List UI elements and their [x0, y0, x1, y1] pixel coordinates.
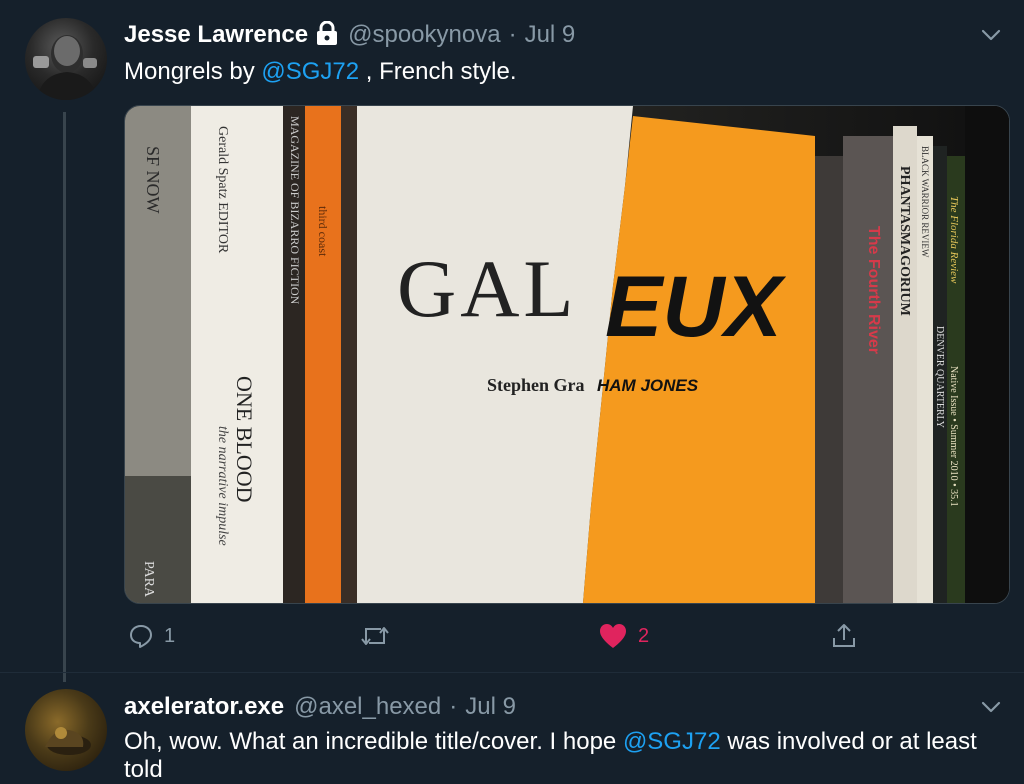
chevron-down-icon[interactable] [980, 696, 1002, 718]
cover-title: EUX [605, 259, 786, 355]
spine-label: Native Issue • Summer 2010 • 35.1 [948, 366, 959, 507]
tweet-text-part: , French style. [359, 58, 517, 85]
tweet-text: Oh, wow. What an incredible title/cover.… [124, 728, 977, 784]
mention-link[interactable]: @SGJ72 [261, 58, 359, 85]
spine-label: ONE BLOOD [232, 376, 257, 503]
share-button[interactable] [830, 618, 858, 654]
spine-label: BLACK WARRIOR REVIEW [920, 146, 930, 258]
spine-label: PHANTASMAGORIUM [897, 166, 912, 316]
spine-label: Gerald Spatz EDITOR [215, 126, 230, 254]
tweet-text-part: told [124, 756, 163, 783]
spine-label: The Fourth River [865, 226, 882, 354]
avatar-photo-icon [33, 35, 97, 100]
tweet[interactable]: Jesse Lawrence @spookynova · Jul 9 Mongr… [0, 0, 1024, 682]
mention-link[interactable]: @SGJ72 [623, 728, 721, 755]
retweet-icon [361, 627, 389, 645]
bookshelf-photo-icon: SF NOW PARA Gerald Spatz EDITOR ONE BLOO… [125, 106, 1009, 603]
reply-count: 1 [164, 624, 176, 647]
tweet-text: Mongrels by @SGJ72 , French style. [124, 58, 517, 86]
reply-button[interactable]: 1 [128, 618, 175, 654]
like-count: 2 [638, 624, 650, 647]
timestamp[interactable]: Jul 9 [465, 693, 516, 721]
avatar[interactable] [25, 689, 107, 771]
spine-label: MAGAZINE OF BIZARRO FICTION [288, 116, 302, 305]
separator: · [508, 21, 517, 48]
timestamp[interactable]: Jul 9 [525, 21, 576, 49]
tweet-header: Jesse Lawrence @spookynova · Jul 9 [124, 18, 575, 52]
share-icon [833, 624, 855, 647]
spine-label: DENVER QUARTERLY [934, 326, 945, 428]
separator: · [449, 693, 458, 720]
avatar-photo-icon [45, 727, 91, 755]
cover-author: Stephen Gra [487, 375, 585, 395]
tweet-text-part: Oh, wow. What an incredible title/cover.… [124, 728, 623, 755]
spine-label: SF NOW [143, 146, 163, 214]
avatar[interactable] [25, 18, 107, 100]
user-handle[interactable]: @axel_hexed [294, 693, 441, 721]
display-name[interactable]: axelerator.exe [124, 693, 284, 721]
spine-label: the narrative impulse [215, 426, 230, 546]
retweet-button[interactable] [359, 618, 401, 654]
tweet-photo[interactable]: SF NOW PARA Gerald Spatz EDITOR ONE BLOO… [124, 105, 1010, 604]
cover-title: GAL [397, 243, 578, 334]
user-handle[interactable]: @spookynova [348, 21, 500, 49]
tweet-text-part: Mongrels by [124, 58, 262, 85]
chevron-down-icon[interactable] [980, 24, 1002, 46]
heart-icon [600, 624, 626, 648]
reply-icon [130, 625, 152, 648]
thread-line [63, 112, 66, 682]
tweet-header: axelerator.exe @axel_hexed · Jul 9 [124, 690, 516, 724]
tweet-text-part: was involved or at least [720, 728, 977, 755]
spine-label: PARA [141, 561, 156, 598]
like-button[interactable]: 2 [598, 618, 649, 654]
display-name[interactable]: Jesse Lawrence [124, 21, 308, 49]
lock-icon [316, 20, 338, 50]
spine-label: third coast [316, 206, 330, 257]
tweet-actions: 1 2 [124, 618, 884, 654]
spine-label: The Florida Review [948, 196, 960, 284]
cover-author: HAM JONES [597, 376, 699, 395]
